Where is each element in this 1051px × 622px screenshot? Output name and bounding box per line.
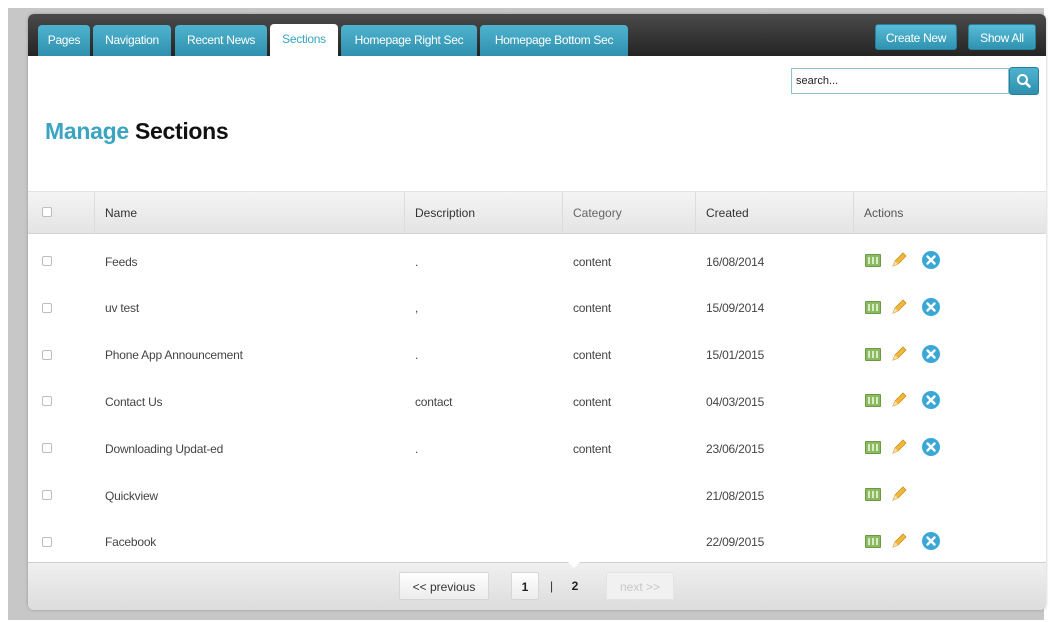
pencil-edit-icon[interactable] [889, 297, 909, 317]
delete-x-icon[interactable] [921, 344, 941, 364]
table-header: Name Description Category Created Action… [28, 191, 1046, 234]
search-input[interactable] [791, 68, 1009, 94]
column-header-category[interactable]: Category [562, 192, 695, 234]
table-view-icon[interactable] [865, 534, 881, 548]
row-created: 16/08/2014 [706, 254, 765, 269]
current-page-caret [568, 562, 580, 568]
row-name[interactable]: Feeds [105, 255, 138, 269]
row-name[interactable]: uv test [105, 301, 139, 315]
column-header-created[interactable]: Created [695, 192, 853, 234]
column-header-name[interactable]: Name [94, 192, 404, 234]
tab-homepage-bottom-sec[interactable]: Homepage Bottom Sec [480, 25, 628, 56]
row-description: . [415, 254, 419, 269]
tab-pages[interactable]: Pages [38, 25, 90, 56]
tab-sections[interactable]: Sections [270, 24, 338, 56]
row-checkbox[interactable] [42, 490, 52, 500]
search-button[interactable] [1009, 67, 1039, 95]
main-panel: Pages Navigation Recent News Sections Ho… [28, 14, 1046, 610]
magnifier-search-icon [1017, 74, 1031, 88]
page-separator: | [550, 579, 554, 593]
row-created: 15/01/2015 [706, 348, 765, 363]
row-created: 04/03/2015 [706, 394, 765, 409]
delete-x-icon[interactable] [921, 390, 941, 410]
table-row: uv test, content 15/09/2014 [28, 285, 1046, 332]
column-header-description[interactable]: Description [404, 192, 562, 234]
row-description: . [415, 441, 419, 456]
create-new-button[interactable]: Create New [875, 24, 957, 50]
delete-x-icon[interactable] [921, 297, 941, 317]
row-created: 21/08/2015 [706, 488, 765, 503]
row-checkbox[interactable] [42, 302, 52, 313]
row-created: 23/06/2015 [706, 441, 765, 456]
top-nav-bar: Pages Navigation Recent News Sections Ho… [28, 14, 1046, 56]
row-category: content [573, 301, 611, 316]
delete-x-icon[interactable] [921, 250, 941, 270]
pagination-bar: << previous 1 | 2 next >> [28, 562, 1046, 610]
row-name[interactable]: Phone App Announcement [105, 348, 243, 362]
table-view-icon[interactable] [865, 300, 881, 314]
table-view-icon[interactable] [865, 441, 881, 455]
row-checkbox[interactable] [42, 349, 52, 360]
row-created: 22/09/2015 [706, 535, 765, 550]
tab-recent-news[interactable]: Recent News [175, 25, 267, 56]
row-created: 15/09/2014 [706, 301, 765, 316]
column-header-actions: Actions [853, 192, 1046, 234]
row-name[interactable]: Facebook [105, 535, 156, 549]
row-name[interactable]: Contact Us [105, 395, 163, 409]
table-view-icon[interactable] [865, 347, 881, 361]
tab-homepage-right-sec[interactable]: Homepage Right Sec [341, 25, 477, 56]
previous-page-button[interactable]: << previous [399, 572, 489, 600]
row-checkbox[interactable] [42, 443, 52, 454]
next-page-button: next >> [606, 572, 674, 600]
pencil-edit-icon[interactable] [889, 484, 909, 504]
table-view-icon[interactable] [865, 254, 881, 267]
row-category: content [573, 441, 611, 456]
page-title-highlight: Manage [45, 118, 129, 144]
page-link-2-current: 2 [571, 579, 579, 593]
pencil-edit-icon[interactable] [889, 344, 909, 364]
pencil-edit-icon[interactable] [889, 437, 909, 457]
table-view-icon[interactable] [865, 394, 881, 408]
row-category: content [573, 348, 611, 363]
pencil-edit-icon[interactable] [889, 390, 909, 410]
table-row: Contact Us contact content 04/03/2015 [28, 378, 1046, 425]
table-row: Downloading Updat-ed. content 23/06/2015 [28, 425, 1046, 472]
row-description: contact [415, 394, 453, 409]
delete-x-icon[interactable] [921, 437, 941, 457]
row-checkbox[interactable] [42, 536, 52, 547]
show-all-button[interactable]: Show All [968, 24, 1036, 50]
row-name[interactable]: Quickview [105, 489, 158, 503]
row-checkbox[interactable] [42, 256, 52, 266]
tab-navigation[interactable]: Navigation [93, 25, 171, 56]
row-description: , [415, 301, 419, 316]
table-row: Facebook 22/09/2015 [28, 519, 1046, 566]
select-all-checkbox[interactable] [42, 207, 52, 217]
page-title: Manage Sections [45, 118, 229, 145]
row-name[interactable]: Downloading Updat-ed [105, 442, 223, 456]
page-link-1[interactable]: 1 [511, 572, 539, 600]
row-category: content [573, 254, 611, 269]
table-view-icon[interactable] [865, 488, 881, 501]
pencil-edit-icon[interactable] [889, 531, 909, 551]
row-checkbox[interactable] [42, 396, 52, 407]
row-category: content [573, 394, 611, 409]
pencil-edit-icon[interactable] [889, 250, 909, 270]
page-title-rest: Sections [134, 118, 229, 144]
table-row: Phone App Announcement. content 15/01/2015 [28, 332, 1046, 379]
delete-x-icon[interactable] [921, 531, 941, 551]
table-row: Quickview 21/08/2015 [28, 472, 1046, 519]
row-description: . [415, 348, 419, 363]
table-row: Feeds. content 16/08/2014 [28, 238, 1046, 285]
